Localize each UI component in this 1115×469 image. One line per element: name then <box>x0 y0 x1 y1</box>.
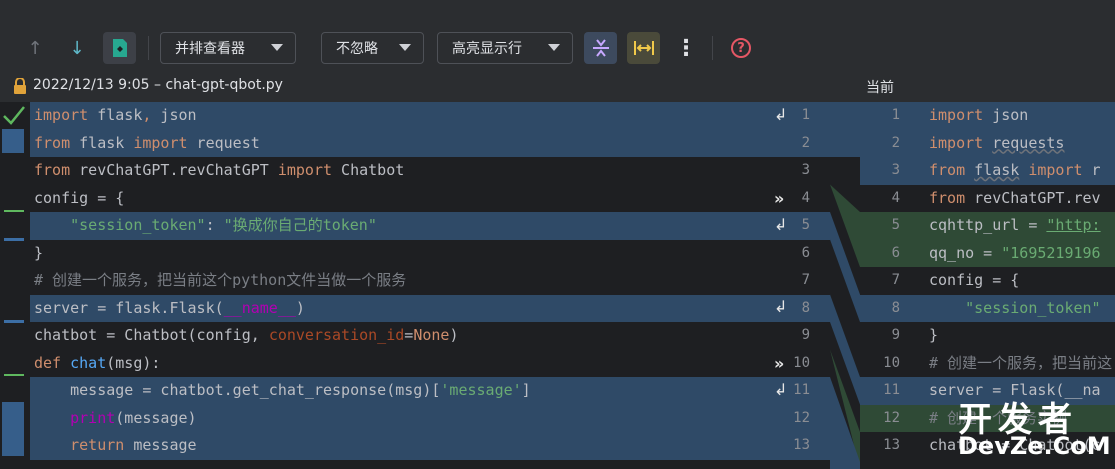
line-number: 13 <box>883 437 900 453</box>
left-editor[interactable]: import flask, json from flask import req… <box>30 102 730 469</box>
line-number: 7 <box>891 272 900 288</box>
left-line-numbers: 1 2 3 4 5 6 7 8 9 10 11 12 13 ↲ ↲ ↲ ↲ » … <box>730 102 830 469</box>
revert-change-icon[interactable]: ↲ <box>774 380 787 399</box>
line-number: 10 <box>883 354 900 371</box>
right-line-numbers: 1 2 3 4 5 6 7 8 9 10 11 12 13 <box>860 102 925 469</box>
code-line: import flask, json <box>30 102 730 130</box>
highlight-mode-dropdown[interactable]: 高亮显示行 <box>437 32 573 64</box>
help-icon[interactable]: ? <box>726 33 756 63</box>
code-line: from flask import r <box>925 157 1115 185</box>
code-line: print(message) <box>30 404 730 432</box>
line-number: 6 <box>801 244 810 261</box>
line-number: 9 <box>891 327 900 343</box>
ignore-whitespace-dropdown[interactable]: 不忽略 <box>321 32 424 64</box>
code-line: "session_token": "换成你自己的token" <box>30 212 730 240</box>
revert-change-icon[interactable]: ↲ <box>774 297 787 316</box>
code-line: "session_token" <box>925 294 1115 322</box>
code-line: qq_no = "1695219196 <box>925 239 1115 267</box>
code-line: from flask import request <box>30 129 730 157</box>
line-number: 3 <box>801 162 810 178</box>
code-line: import json <box>925 102 1115 130</box>
diff-connector <box>830 102 860 469</box>
next-difference-icon[interactable]: ↓ <box>62 33 92 63</box>
code-line: return message <box>30 432 730 460</box>
highlight-label: 高亮显示行 <box>452 41 522 57</box>
diff-header: 2022/12/13 9:05 – chat-gpt-qbot.py 当前 <box>0 72 1115 100</box>
viewer-mode-dropdown[interactable]: 并排查看器 <box>160 32 296 64</box>
more-options-icon[interactable]: ⋮ <box>671 33 701 63</box>
gutter-change-marker <box>4 238 24 241</box>
line-number: 5 <box>891 217 900 233</box>
sync-scroll-arrows-icon <box>633 41 654 55</box>
apply-change-icon[interactable]: » <box>774 189 784 208</box>
left-file-title: 2022/12/13 9:05 – chat-gpt-qbot.py <box>33 77 283 93</box>
revert-change-icon[interactable]: ↲ <box>774 215 787 234</box>
diff-view[interactable]: import flask, json from flask import req… <box>0 102 1115 469</box>
source-file-icon <box>112 39 127 57</box>
right-file-title: 当前 <box>866 80 894 96</box>
line-number: 1 <box>891 107 900 123</box>
line-number: 7 <box>801 272 810 288</box>
code-line: config = { <box>929 271 1020 289</box>
sync-scroll-icon[interactable] <box>627 32 660 64</box>
chevron-down-icon <box>399 44 411 51</box>
line-number: 9 <box>801 327 810 343</box>
line-number: 2 <box>891 134 900 151</box>
toolbar-separator <box>712 36 713 60</box>
line-number: 13 <box>793 437 810 453</box>
collapse-icon <box>592 39 609 57</box>
code-line: import requests <box>925 129 1115 157</box>
jump-to-source-icon[interactable] <box>103 32 136 64</box>
diff-toolbar: ↑ ↓ 并排查看器 不忽略 高亮显示行 ⋮ ? <box>0 0 1115 70</box>
code-line: cqhttp_url = "http: <box>925 212 1115 240</box>
line-number: 10 <box>793 354 810 371</box>
code-line: from revChatGPT.rev <box>929 188 1101 207</box>
line-number: 2 <box>801 134 810 151</box>
chevron-down-icon <box>271 44 283 51</box>
help-circle: ? <box>731 38 751 58</box>
line-number: 12 <box>793 409 810 426</box>
gutter-change-marker <box>2 402 24 456</box>
line-number: 11 <box>883 382 900 398</box>
ignore-label: 不忽略 <box>336 41 378 57</box>
line-number: 8 <box>891 299 900 316</box>
gutter-change-marker <box>2 129 24 153</box>
line-number: 3 <box>891 162 900 178</box>
code-line: } <box>929 326 939 344</box>
gutter-change-marker <box>4 210 24 212</box>
code-line: } <box>34 243 44 262</box>
watermark-line2: DevZe.CoM <box>958 432 1111 460</box>
gutter-change-marker <box>4 320 24 323</box>
toolbar-separator <box>148 36 149 60</box>
code-line: from revChatGPT.revChatGPT import Chatbo… <box>34 161 405 179</box>
lock-icon <box>14 78 26 94</box>
checkmark-icon[interactable] <box>2 104 26 126</box>
code-line: # 创建一个服务，把当前这 <box>929 353 1113 372</box>
previous-difference-icon[interactable]: ↑ <box>20 33 50 63</box>
code-line: def chat(msg): <box>34 353 161 372</box>
code-line: server = flask.Flask(__name__) <box>30 294 730 322</box>
code-line: chatbot = Chatbot(config, conversation_i… <box>34 326 459 344</box>
line-number: 6 <box>891 244 900 261</box>
code-line: config = { <box>34 188 125 207</box>
gutter-change-marker <box>4 374 24 376</box>
line-number: 4 <box>891 189 900 206</box>
line-number: 4 <box>801 189 810 206</box>
viewer-mode-label: 并排查看器 <box>175 41 245 57</box>
code-line: message = chatbot.get_chat_response(msg)… <box>30 377 730 405</box>
apply-change-icon[interactable]: » <box>774 354 784 373</box>
line-number: 12 <box>883 409 900 426</box>
collapse-unchanged-icon[interactable] <box>584 32 617 64</box>
chevron-down-icon <box>548 44 560 51</box>
code-line: # 创建一个服务，把当前这个python文件当做一个服务 <box>34 271 407 289</box>
revert-change-icon[interactable]: ↲ <box>774 105 787 124</box>
